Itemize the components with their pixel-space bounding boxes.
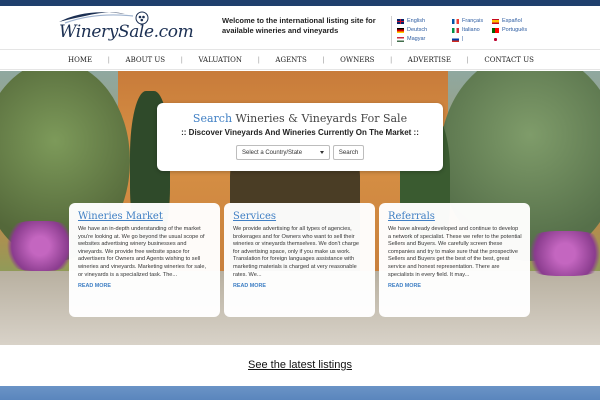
gb-flag-icon — [397, 18, 404, 24]
read-more-link[interactable]: READ MORE — [78, 283, 212, 289]
nav-separator: | — [390, 56, 393, 64]
nav-separator: | — [107, 56, 110, 64]
card-title[interactable]: Wineries Market — [78, 211, 212, 222]
card-wineries-market: Wineries Market We have an in-depth unde… — [69, 203, 220, 317]
nav-home[interactable]: HOME — [68, 56, 92, 64]
site-header: WinerySale.com Welcome to the internatio… — [0, 6, 600, 49]
nav-separator: | — [322, 56, 325, 64]
card-referrals: Referrals We have already developed and … — [379, 203, 530, 317]
language-selector: English Français Español Deutsch Italian… — [397, 17, 537, 43]
main-nav: HOME | ABOUT US | VALUATION | AGENTS | O… — [0, 49, 600, 70]
jp-flag-icon — [492, 36, 499, 42]
footer-band — [0, 386, 600, 400]
lang-deutsch[interactable]: Deutsch — [397, 26, 452, 34]
welcome-text: Welcome to the international listing sit… — [222, 16, 376, 35]
es-flag-icon — [492, 18, 499, 24]
read-more-link[interactable]: READ MORE — [233, 283, 367, 289]
nav-agents[interactable]: AGENTS — [275, 56, 306, 64]
hero-banner: Search Wineries & Vineyards For Sale :: … — [0, 71, 600, 345]
site-logo[interactable]: WinerySale.com — [55, 6, 194, 49]
fr-flag-icon — [452, 18, 459, 24]
nav-valuation[interactable]: VALUATION — [198, 56, 242, 64]
nav-contact-us[interactable]: CONTACT US — [484, 56, 534, 64]
logo-text: WinerySale.com — [59, 22, 194, 42]
nav-separator: | — [466, 56, 469, 64]
it-flag-icon — [452, 27, 459, 33]
card-services: Services We provide advertising for all … — [224, 203, 375, 317]
pt-flag-icon — [492, 27, 499, 33]
card-body: We provide advertising for all types of … — [233, 226, 359, 278]
chevron-down-icon — [320, 151, 324, 154]
card-title[interactable]: Services — [233, 211, 367, 222]
divider — [391, 16, 392, 46]
nav-about-us[interactable]: ABOUT US — [126, 56, 166, 64]
lang-portugues[interactable]: Português — [492, 26, 537, 34]
nav-owners[interactable]: OWNERS — [340, 56, 374, 64]
search-panel: Search Wineries & Vineyards For Sale :: … — [157, 103, 443, 171]
card-body: We have already developed and continue t… — [388, 226, 522, 278]
lang-english[interactable]: English — [397, 17, 452, 25]
hero-flowers — [0, 221, 80, 271]
nav-advertise[interactable]: ADVERTISE — [408, 56, 451, 64]
lang-japanese[interactable] — [492, 35, 537, 43]
card-body: We have an in-depth understanding of the… — [78, 226, 207, 278]
lang-magyar[interactable]: Magyar — [397, 35, 452, 43]
lang-italiano[interactable]: Italiano — [452, 26, 492, 34]
card-title[interactable]: Referrals — [388, 211, 522, 222]
search-title: Search Wineries & Vineyards For Sale — [192, 112, 408, 125]
read-more-link[interactable]: READ MORE — [388, 283, 522, 289]
nav-separator: | — [257, 56, 260, 64]
nav-separator: | — [180, 56, 183, 64]
country-state-select[interactable]: Select a Country/State — [236, 145, 330, 160]
lang-espanol[interactable]: Español — [492, 17, 537, 25]
lang-francais[interactable]: Français — [452, 17, 492, 25]
de-flag-icon — [397, 27, 404, 33]
ru-flag-icon — [452, 36, 459, 42]
search-subtitle: :: Discover Vineyards And Wineries Curre… — [181, 128, 419, 137]
lang-russian[interactable]: | — [452, 35, 492, 43]
latest-listings-link[interactable]: See the latest listings — [0, 359, 600, 371]
search-button[interactable]: Search — [333, 145, 364, 160]
hu-flag-icon — [397, 36, 404, 42]
hero-flowers — [520, 231, 600, 276]
